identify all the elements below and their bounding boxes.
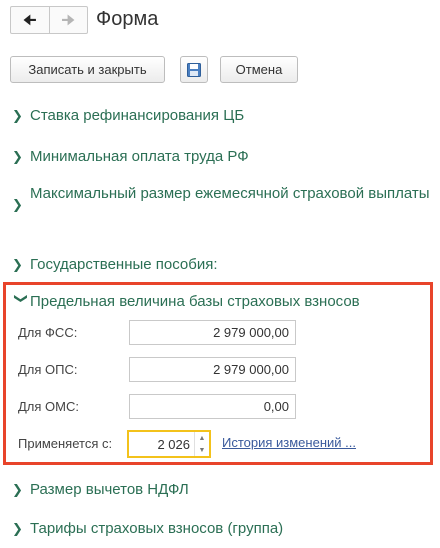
section-refinancing-rate[interactable]: ❯ Ставка рефинансирования ЦБ: [12, 106, 432, 126]
ops-input[interactable]: 2 979 000,00: [129, 357, 296, 382]
save-button[interactable]: [180, 56, 208, 83]
spin-up-icon[interactable]: ▲: [195, 432, 209, 444]
arrow-left-icon[interactable]: 🠈: [11, 7, 49, 33]
section-insurance-rates-group[interactable]: ❯ Тарифы страховых взносов (группа): [12, 519, 432, 539]
change-history-link[interactable]: История изменений ...: [222, 435, 356, 450]
section-label: Государственные пособия:: [30, 256, 218, 273]
section-minimum-wage[interactable]: ❯ Минимальная оплата труда РФ: [12, 147, 432, 167]
year-spin-buttons: ▲ ▼: [194, 432, 209, 456]
section-max-insurance-payment[interactable]: ❯ Максимальный размер ежемесячной страхо…: [12, 184, 432, 215]
section-label: Тарифы страховых взносов (группа): [30, 520, 284, 537]
section-label: Размер вычетов НДФЛ: [30, 481, 189, 498]
applies-from-label: Применяется с:: [18, 436, 113, 451]
page-title: Форма: [96, 8, 159, 30]
oms-input[interactable]: 0,00: [129, 394, 296, 419]
ops-label: Для ОПС:: [18, 362, 78, 377]
chevron-right-icon: ❯: [12, 521, 23, 536]
chevron-right-icon: ❯: [12, 482, 23, 497]
section-state-benefits[interactable]: ❯ Государственные пособия:: [12, 255, 432, 275]
arrow-right-icon[interactable]: 🠊: [48, 7, 88, 33]
chevron-down-icon: ❯: [14, 293, 29, 304]
year-stepper[interactable]: 2 026 ▲ ▼: [127, 430, 211, 458]
chevron-right-icon: ❯: [12, 149, 23, 164]
fss-input[interactable]: 2 979 000,00: [129, 320, 296, 345]
section-label: Ставка рефинансирования ЦБ: [30, 107, 245, 124]
section-label: Минимальная оплата труда РФ: [30, 148, 249, 165]
chevron-right-icon: ❯: [12, 197, 23, 212]
chevron-right-icon: ❯: [12, 108, 23, 123]
section-ndfl-deductions[interactable]: ❯ Размер вычетов НДФЛ: [12, 480, 432, 500]
spin-down-icon[interactable]: ▼: [195, 444, 209, 456]
section-label: Максимальный размер ежемесячной страхово…: [30, 185, 430, 202]
chevron-right-icon: ❯: [12, 257, 23, 272]
oms-label: Для ОМС:: [18, 399, 79, 414]
save-and-close-button[interactable]: Записать и закрыть: [10, 56, 165, 83]
fss-label: Для ФСС:: [18, 325, 78, 340]
section-insurance-base-limit[interactable]: ❯ Предельная величина базы страховых взн…: [12, 292, 432, 312]
section-label: Предельная величина базы страховых взнос…: [30, 293, 360, 310]
navigation-buttons: 🠈 🠊: [10, 6, 88, 34]
cancel-button[interactable]: Отмена: [220, 56, 298, 83]
year-value[interactable]: 2 026: [129, 437, 194, 452]
floppy-disk-icon: [187, 62, 201, 77]
